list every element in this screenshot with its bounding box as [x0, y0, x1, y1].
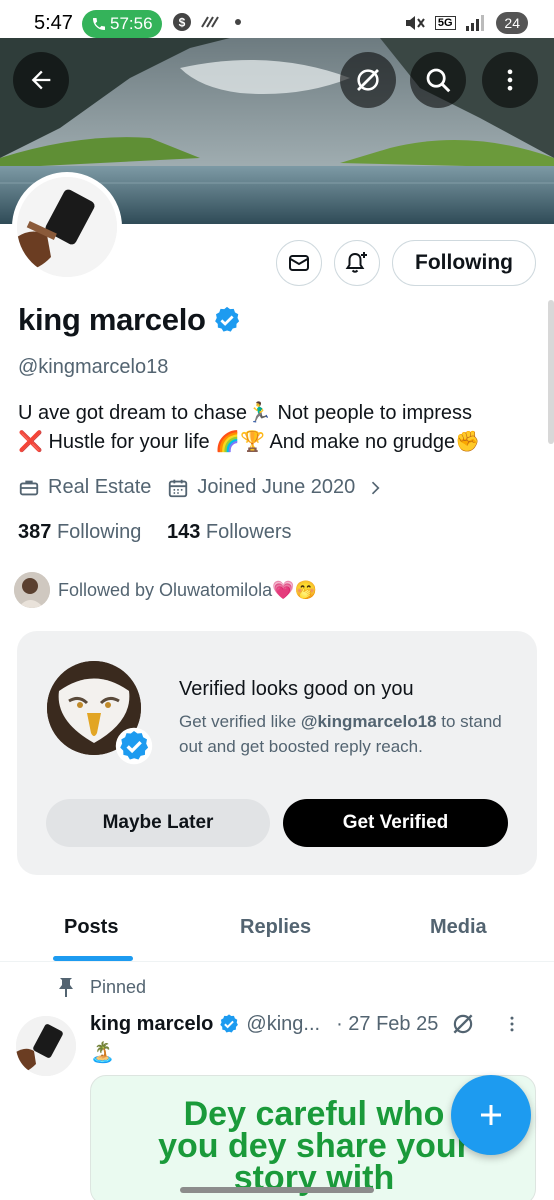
- active-tab-indicator: [53, 956, 133, 961]
- more-button[interactable]: [482, 52, 538, 108]
- bell-plus-icon: [345, 252, 367, 273]
- following-label: Following: [56, 521, 142, 543]
- get-verified-button[interactable]: Get Verified: [283, 799, 508, 847]
- bio-line-1: U ave got dream to chase🏃‍♂️ Not people …: [18, 402, 473, 424]
- tab-media[interactable]: Media: [430, 916, 487, 939]
- followed-by[interactable]: Followed by Oluwatomilola💗🤭: [14, 572, 317, 608]
- verified-promo-card: Verified looks good on you Get verified …: [17, 631, 537, 875]
- post-header: king marcelo @king... · 27 Feb 25: [90, 1011, 522, 1037]
- battery-level: 24: [496, 12, 528, 34]
- app-stripes-icon: [201, 16, 220, 28]
- notify-button[interactable]: [334, 240, 380, 286]
- grok-icon: [357, 69, 379, 91]
- profile-joined: Joined June 2020: [197, 476, 356, 498]
- dot-icon: [235, 19, 242, 25]
- promo-subtitle: Get verified like @kingmarcelo18 to stan…: [179, 709, 519, 759]
- bio-line-2: ❌ Hustle for your life 🌈🏆 And make no gr…: [18, 431, 481, 453]
- profile-tabs: Posts Replies Media: [0, 900, 554, 962]
- followed-by-text: Followed by Oluwatomilola💗🤭: [58, 579, 317, 600]
- post-author-handle: @king...: [246, 1012, 321, 1035]
- plus-icon: [481, 1105, 501, 1125]
- home-indicator[interactable]: [180, 1187, 374, 1193]
- compose-button[interactable]: [451, 1075, 531, 1155]
- following-button[interactable]: Following: [392, 240, 536, 286]
- post-avatar[interactable]: [16, 1016, 76, 1076]
- calendar-icon: [169, 479, 188, 497]
- profile-category[interactable]: Real Estate: [48, 476, 151, 499]
- app-s-icon: $: [173, 13, 191, 31]
- verified-badge-icon: [214, 306, 239, 332]
- svg-text:$: $: [179, 16, 186, 30]
- pin-icon: [59, 978, 73, 997]
- promo-verified-badge-icon: [115, 727, 153, 765]
- chevron-right-icon[interactable]: [365, 478, 385, 498]
- status-bar: 5:47 57:56 $ 5G 24: [0, 0, 554, 48]
- follower-avatar-image: [14, 572, 50, 608]
- briefcase-icon: [19, 480, 39, 495]
- post-more-icon[interactable]: [502, 1014, 522, 1034]
- grok-button[interactable]: [340, 52, 396, 108]
- envelope-icon: [289, 255, 309, 271]
- tab-posts[interactable]: Posts: [64, 916, 118, 939]
- followers-label: Followers: [205, 521, 292, 543]
- profile-meta: Real Estate Joined June 2020: [18, 476, 393, 499]
- profile-bio: U ave got dream to chase🏃‍♂️ Not people …: [18, 399, 538, 457]
- promo-subtitle-prefix: Get verified like: [179, 712, 301, 731]
- following-count: 387: [18, 521, 52, 543]
- back-button[interactable]: [13, 52, 69, 108]
- phone-icon: [93, 18, 105, 30]
- more-vertical-icon: [507, 69, 513, 91]
- profile-name: king marcelo: [18, 302, 206, 337]
- following-count-link[interactable]: 387 Following: [18, 521, 141, 543]
- post-grok-icon[interactable]: [450, 1011, 476, 1037]
- promo-subtitle-handle: @kingmarcelo18: [300, 712, 437, 731]
- message-button[interactable]: [276, 240, 322, 286]
- avatar-image: [17, 177, 117, 277]
- signal-icon: [465, 15, 484, 31]
- promo-title: Verified looks good on you: [179, 678, 414, 700]
- call-timer: 57:56: [110, 14, 153, 33]
- search-icon: [426, 68, 451, 93]
- followers-count: 143: [166, 521, 201, 543]
- profile-handle: @kingmarcelo18: [18, 356, 169, 378]
- search-button[interactable]: [410, 52, 466, 108]
- mute-icon: [406, 16, 426, 30]
- call-indicator[interactable]: 57:56: [82, 10, 162, 38]
- notification-icons: $: [172, 12, 242, 32]
- system-icons: 5G 24: [404, 12, 528, 36]
- post-author-name[interactable]: king marcelo: [90, 1013, 213, 1036]
- pinned-text: Pinned: [90, 976, 147, 997]
- post-verified-badge-icon: [220, 1014, 239, 1033]
- post-avatar-image: [16, 1016, 76, 1076]
- arrow-left-icon: [31, 70, 51, 90]
- post-text: 🏝️: [90, 1042, 115, 1064]
- follower-avatar: [14, 572, 50, 608]
- pinned-label: Pinned: [56, 976, 146, 998]
- followers-count-link[interactable]: 143 Followers: [167, 521, 292, 543]
- tab-replies[interactable]: Replies: [240, 916, 311, 939]
- profile-name-row: king marcelo: [18, 302, 242, 338]
- profile-avatar[interactable]: [12, 172, 122, 282]
- status-time: 5:47: [34, 12, 73, 34]
- maybe-later-button[interactable]: Maybe Later: [46, 799, 270, 847]
- follow-counts: 387 Following 143 Followers: [18, 521, 292, 544]
- network-type: 5G: [434, 16, 456, 30]
- scrollbar[interactable]: [548, 300, 554, 444]
- post-date: · 27 Feb 25: [336, 1012, 439, 1035]
